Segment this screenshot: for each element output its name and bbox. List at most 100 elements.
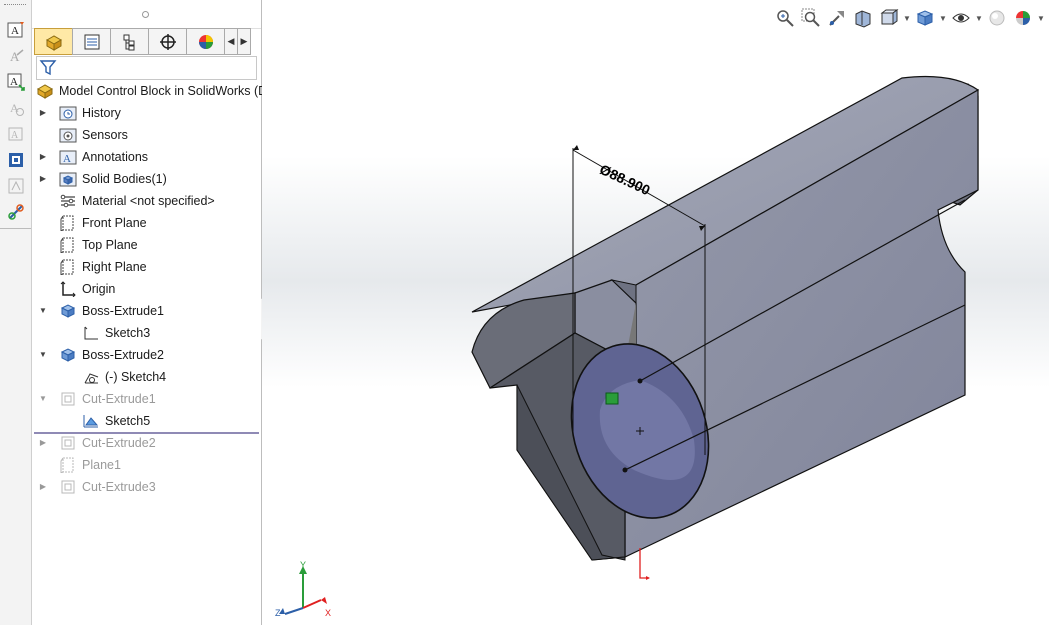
dimxpert-manager-tab-icon[interactable] xyxy=(148,28,187,55)
history-folder-icon xyxy=(59,106,77,121)
tree-item-label: Front Plane xyxy=(82,216,147,230)
part-icon xyxy=(36,84,54,99)
rollback-bar[interactable] xyxy=(34,432,259,434)
tree-root[interactable]: Model Control Block in SolidWorks (D xyxy=(32,80,267,102)
tree-item-label: Cut-Extrude3 xyxy=(82,480,156,494)
tree-item-annotations[interactable]: ▶ A Annotations xyxy=(32,146,261,168)
expand-arrow-icon[interactable]: ▶ xyxy=(38,146,48,168)
tree-item-label: Cut-Extrude1 xyxy=(82,392,156,406)
collapse-arrow-icon[interactable]: ▼ xyxy=(38,300,48,322)
linear-note-icon[interactable]: A xyxy=(6,72,26,92)
feature-manager-tab-icon[interactable] xyxy=(34,28,73,55)
collapse-arrow-icon[interactable]: ▼ xyxy=(38,344,48,366)
tree-item-label: Right Plane xyxy=(82,260,147,274)
svg-text:A: A xyxy=(10,101,19,115)
tree-item-material[interactable]: Material <not specified> xyxy=(32,190,261,212)
display-manager-tab-icon[interactable] xyxy=(186,28,225,55)
tree-item-label: Boss-Extrude2 xyxy=(82,348,164,362)
tree-item-label: Material <not specified> xyxy=(82,194,215,208)
tree-item-label: Origin xyxy=(82,282,116,296)
tree-item-label: Solid Bodies(1) xyxy=(82,172,167,186)
tree-item-boss-extrude1[interactable]: ▼ Boss-Extrude1 xyxy=(32,300,261,322)
expand-arrow-icon[interactable]: ▶ xyxy=(38,168,48,190)
tree-root-label: Model Control Block in SolidWorks (D xyxy=(59,84,268,98)
tree-item-front-plane[interactable]: Front Plane xyxy=(32,212,261,234)
expand-arrow-icon[interactable]: ▶ xyxy=(38,476,48,498)
tree-item-boss-extrude2[interactable]: ▼ Boss-Extrude2 xyxy=(32,344,261,366)
origin-marker xyxy=(639,548,649,579)
origin-icon xyxy=(60,281,76,297)
toolbar-divider xyxy=(0,228,31,229)
reference-triad: Y X Z xyxy=(275,560,331,618)
panel-grip[interactable] xyxy=(32,0,261,29)
plane-icon xyxy=(60,215,74,231)
filter-icon xyxy=(39,60,57,76)
feature-manager-panel: ◀ ▶ Model Control Block in SolidWorks (D… xyxy=(32,0,267,625)
tree-item-top-plane[interactable]: Top Plane xyxy=(32,234,261,256)
graphics-viewport[interactable]: ▼ ▼ ▼ ▼ Ø88.900 Y X Z xyxy=(262,0,1049,625)
solid-bodies-folder-icon xyxy=(59,172,77,187)
cut-extrude-icon xyxy=(61,436,75,450)
tree-item-sketch3[interactable]: Sketch3 xyxy=(32,322,261,344)
cut-extrude-icon xyxy=(61,392,75,406)
svg-text:A: A xyxy=(10,49,20,64)
toolbar-grip[interactable] xyxy=(4,4,26,8)
tree-item-label: Plane1 xyxy=(82,458,121,472)
tab-scroll-left-button[interactable]: ◀ xyxy=(224,28,238,55)
tree-item-right-plane[interactable]: Right Plane xyxy=(32,256,261,278)
tree-item-plane1[interactable]: Plane1 xyxy=(32,454,261,476)
annotations-folder-icon: A xyxy=(59,150,77,165)
tree-item-cut-extrude2[interactable]: ▶ Cut-Extrude2 xyxy=(32,432,261,454)
collapse-arrow-icon[interactable]: ▼ xyxy=(38,388,48,410)
plane-icon xyxy=(60,259,74,275)
plane-icon xyxy=(60,457,74,473)
note-text-icon[interactable]: A xyxy=(6,46,26,66)
feature-filter-input[interactable] xyxy=(36,56,257,80)
tree-item-label: Sketch3 xyxy=(105,326,151,340)
auto-balloon-icon[interactable]: A xyxy=(6,124,26,144)
weld-symbol-icon[interactable] xyxy=(6,176,26,196)
tree-item-label: History xyxy=(82,106,121,120)
surface-finish-icon[interactable] xyxy=(6,150,26,170)
configuration-manager-tab-icon[interactable] xyxy=(110,28,149,55)
feature-tree: Model Control Block in SolidWorks (D ▶ H… xyxy=(32,80,267,498)
tree-item-cut-extrude3[interactable]: ▶ Cut-Extrude3 xyxy=(32,476,261,498)
tree-item-label: Annotations xyxy=(82,150,149,164)
sketch-icon xyxy=(84,373,99,384)
expand-arrow-icon[interactable]: ▶ xyxy=(38,102,48,124)
tree-item-sketch4[interactable]: (-) Sketch4 xyxy=(32,366,261,388)
svg-text:A: A xyxy=(11,25,19,37)
cut-extrude-icon xyxy=(61,480,75,494)
tree-item-history[interactable]: ▶ History xyxy=(32,102,261,124)
plane-icon xyxy=(60,237,74,253)
material-icon xyxy=(60,194,75,208)
sketch-icon xyxy=(84,326,98,340)
smart-dimension-text-icon[interactable]: A xyxy=(6,20,26,40)
tree-item-label: Cut-Extrude2 xyxy=(82,436,156,450)
tree-item-label: Boss-Extrude1 xyxy=(82,304,164,318)
sensors-folder-icon xyxy=(59,128,77,143)
left-toolbar: A A A A A xyxy=(0,0,32,625)
property-manager-tab-icon[interactable] xyxy=(72,28,111,55)
tree-item-label: (-) Sketch4 xyxy=(105,370,167,384)
tree-item-label: Top Plane xyxy=(82,238,138,252)
svg-text:A: A xyxy=(63,153,71,165)
tree-item-cut-extrude1[interactable]: ▼ Cut-Extrude1 xyxy=(32,388,261,410)
tree-item-label: Sensors xyxy=(82,128,128,142)
svg-text:A: A xyxy=(11,130,19,141)
tree-item-label: Sketch5 xyxy=(105,414,151,428)
tolerance-tools-icon[interactable] xyxy=(6,202,26,222)
triad-y-label: Y xyxy=(300,560,306,570)
tab-scroll-right-button[interactable]: ▶ xyxy=(237,28,251,55)
feature-manager-tabs: ◀ ▶ xyxy=(34,28,260,55)
3d-model[interactable] xyxy=(262,0,1049,625)
tree-item-sketch5[interactable]: Sketch5 xyxy=(32,410,261,432)
expand-arrow-icon[interactable]: ▶ xyxy=(38,432,48,454)
boss-extrude-icon xyxy=(60,304,76,318)
tree-item-solid-bodies[interactable]: ▶ Solid Bodies(1) xyxy=(32,168,261,190)
tree-item-origin[interactable]: Origin xyxy=(32,278,261,300)
balloon-icon[interactable]: A xyxy=(6,98,26,118)
triad-z-label: Z xyxy=(275,608,281,618)
tree-item-sensors[interactable]: Sensors xyxy=(32,124,261,146)
sketch-relation-icon[interactable] xyxy=(605,392,619,405)
